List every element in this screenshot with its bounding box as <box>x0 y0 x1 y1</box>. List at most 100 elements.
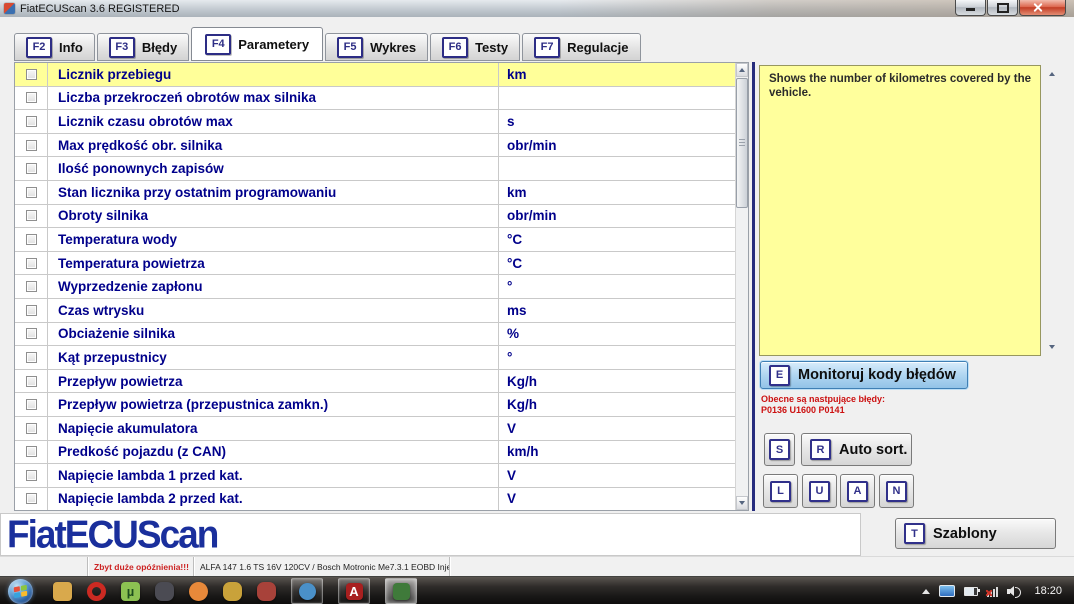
parameter-name: Liczba przekroczeń obrotów max silnika <box>48 87 498 110</box>
templates-label: Szablony <box>933 526 997 542</box>
parameter-unit: km/h <box>498 441 735 464</box>
app-dark-icon[interactable] <box>155 582 174 601</box>
row-checkbox[interactable] <box>26 163 37 174</box>
tab-f3[interactable]: F3Błędy <box>97 33 189 61</box>
sort-s-button[interactable]: S <box>764 433 795 466</box>
auto-sort-button[interactable]: R Auto sort. <box>801 433 912 466</box>
tab-f5[interactable]: F5Wykres <box>325 33 428 61</box>
taskbar-button-app-blue[interactable] <box>291 578 323 604</box>
parameter-row[interactable]: Czas wtryskums <box>15 299 735 323</box>
parameter-row[interactable]: Licznik czasu obrotów maxs <box>15 110 735 134</box>
parameter-row[interactable]: Predkość pojazdu (z CAN)km/h <box>15 441 735 465</box>
tab-f6[interactable]: F6Testy <box>430 33 520 61</box>
hotkey-r-icon: R <box>810 439 831 460</box>
row-checkbox[interactable] <box>26 328 37 339</box>
parameter-unit: % <box>498 323 735 346</box>
hidden-icons-button[interactable] <box>922 589 930 594</box>
opera-icon[interactable] <box>87 582 106 601</box>
row-checkbox[interactable] <box>26 116 37 127</box>
parameter-row[interactable]: Kąt przepustnicy° <box>15 346 735 370</box>
row-checkbox[interactable] <box>26 376 37 387</box>
parameter-unit: ms <box>498 299 735 322</box>
parameter-row[interactable]: Obroty silnikaobr/min <box>15 205 735 229</box>
parameter-row[interactable]: Ilość ponownych zapisów <box>15 157 735 181</box>
battery-icon[interactable] <box>964 587 978 596</box>
parameter-row[interactable]: Napięcie akumulatoraV <box>15 417 735 441</box>
row-checkbox[interactable] <box>26 258 37 269</box>
row-checkbox[interactable] <box>26 281 37 292</box>
parameter-row[interactable]: Stan licznika przy ostatnim programowani… <box>15 181 735 205</box>
row-checkbox[interactable] <box>26 493 37 504</box>
minimize-button[interactable] <box>955 0 986 16</box>
row-checkbox[interactable] <box>26 470 37 481</box>
taskbar-apps: µA <box>53 578 417 604</box>
parameter-row[interactable]: Napięcie lambda 1 przed kat.V <box>15 464 735 488</box>
quick-a-button[interactable]: A <box>840 474 875 508</box>
taskbar-clock[interactable]: 18:20 <box>1034 585 1062 597</box>
row-checkbox[interactable] <box>26 305 37 316</box>
hotkey-l-icon: L <box>770 481 791 502</box>
explorer-icon[interactable] <box>53 582 72 601</box>
parameter-unit: s <box>498 110 735 133</box>
tab-f2[interactable]: F2Info <box>14 33 95 61</box>
parameter-row[interactable]: Max prędkość obr. silnikaobr/min <box>15 134 735 158</box>
parameter-row[interactable]: Liczba przekroczeń obrotów max silnika <box>15 87 735 111</box>
row-checkbox[interactable] <box>26 187 37 198</box>
start-button[interactable] <box>8 579 33 604</box>
utorrent-icon[interactable]: µ <box>121 582 140 601</box>
scroll-down-button[interactable] <box>736 496 748 510</box>
row-checkbox[interactable] <box>26 69 37 80</box>
info-scroll-up-icon[interactable] <box>1049 72 1055 76</box>
monitor-error-codes-button[interactable]: E Monitoruj kody błędów <box>760 361 968 389</box>
table-scrollbar[interactable] <box>735 63 748 510</box>
flashget-icon[interactable] <box>189 582 208 601</box>
row-checkbox[interactable] <box>26 234 37 245</box>
quick-u-button[interactable]: U <box>802 474 837 508</box>
taskbar-button-adobe-reader[interactable]: A <box>338 578 370 604</box>
parameter-unit: °C <box>498 252 735 275</box>
row-checkbox[interactable] <box>26 352 37 363</box>
parameter-row[interactable]: Wyprzedzenie zapłonu° <box>15 275 735 299</box>
network-icon[interactable] <box>987 586 998 597</box>
row-checkbox[interactable] <box>26 210 37 221</box>
parameter-name: Temperatura wody <box>48 228 498 251</box>
parameter-row[interactable]: Przepływ powietrza (przepustnica zamkn.)… <box>15 393 735 417</box>
quick-l-button[interactable]: L <box>763 474 798 508</box>
volume-icon[interactable] <box>1007 586 1021 597</box>
network-error-badge <box>985 589 993 597</box>
scroll-up-button[interactable] <box>736 63 748 77</box>
row-checkbox[interactable] <box>26 423 37 434</box>
parameter-row[interactable]: Obciażenie silnika% <box>15 323 735 347</box>
app-red-icon[interactable] <box>257 582 276 601</box>
tab-label: Regulacje <box>567 40 628 55</box>
parameter-row[interactable]: Licznik przebiegukm <box>15 63 735 87</box>
tab-label: Testy <box>475 40 508 55</box>
maximize-button[interactable] <box>987 0 1018 16</box>
status-cell-empty <box>0 557 88 577</box>
parameter-row[interactable]: Przepływ powietrzaKg/h <box>15 370 735 394</box>
parameter-unit: ° <box>498 275 735 298</box>
parameter-name: Wyprzedzenie zapłonu <box>48 275 498 298</box>
parameter-name: Napięcie akumulatora <box>48 417 498 440</box>
row-checkbox[interactable] <box>26 92 37 103</box>
checkbox-cell <box>15 275 48 298</box>
close-button[interactable] <box>1019 0 1066 16</box>
parameter-row[interactable]: Temperatura wody°C <box>15 228 735 252</box>
tab-f7[interactable]: F7Regulacje <box>522 33 640 61</box>
tab-f4[interactable]: F4Parametery <box>191 27 323 61</box>
taskbar-button-fiatecuscan[interactable] <box>385 578 417 604</box>
parameter-row[interactable]: Temperatura powietrza°C <box>15 252 735 276</box>
info-scroll-down-icon[interactable] <box>1049 345 1055 349</box>
auto-sort-label: Auto sort. <box>839 442 907 458</box>
row-checkbox[interactable] <box>26 399 37 410</box>
errors-heading: Obecne są nastpujące błędy: <box>761 394 885 405</box>
scroll-thumb[interactable] <box>736 78 748 208</box>
parameter-row[interactable]: Napięcie lambda 2 przed kat.V <box>15 488 735 510</box>
templates-button[interactable]: T Szablony <box>895 518 1056 549</box>
display-icon[interactable] <box>939 585 955 597</box>
app-yellow-icon[interactable] <box>223 582 242 601</box>
row-checkbox[interactable] <box>26 140 37 151</box>
quick-n-button[interactable]: N <box>879 474 914 508</box>
title-bar[interactable]: FiatECUScan 3.6 REGISTERED <box>0 0 1074 17</box>
row-checkbox[interactable] <box>26 446 37 457</box>
